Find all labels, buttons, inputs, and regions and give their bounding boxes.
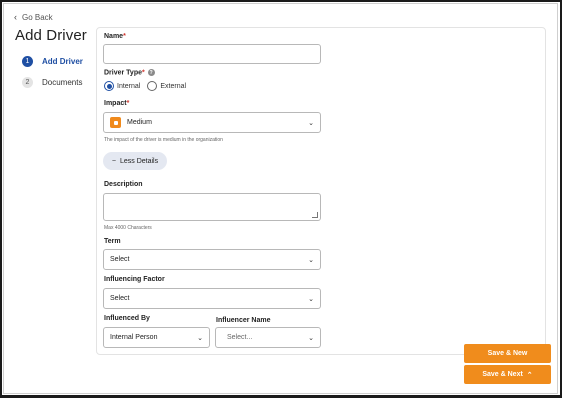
chevron-down-icon: ⌄	[197, 334, 203, 342]
impact-label-text: Impact	[104, 100, 127, 107]
description-char-limit: Max 4000 Characters	[104, 225, 152, 231]
less-details-button[interactable]: − Less Details	[103, 152, 167, 170]
help-icon[interactable]: ?	[147, 69, 155, 76]
required-mark: *	[142, 69, 145, 77]
save-and-new-button[interactable]: Save & New	[464, 344, 551, 363]
radio-internal-label: Internal	[117, 82, 141, 90]
step-add-driver[interactable]: 1 Add Driver	[22, 53, 83, 69]
name-input[interactable]	[103, 44, 321, 64]
impact-help-text: The impact of the driver is medium in th…	[104, 137, 223, 143]
step-number: 2	[22, 76, 33, 88]
influencer-name-placeholder: Select...	[227, 334, 253, 341]
step-label: Add Driver	[42, 56, 83, 66]
go-back-label: Go Back	[22, 12, 53, 22]
radio-external[interactable]	[147, 81, 158, 91]
description-label: Description	[104, 181, 143, 188]
save-and-new-label: Save & New	[487, 350, 528, 357]
impact-select[interactable]: Medium ⌄	[103, 112, 321, 133]
less-details-label: Less Details	[119, 157, 159, 165]
influenced-by-value: Internal Person	[110, 334, 158, 341]
description-textarea[interactable]	[103, 193, 321, 221]
required-mark: *	[123, 33, 126, 40]
influencing-factor-label: Influencing Factor	[104, 276, 165, 283]
influencing-factor-value: Select	[110, 295, 130, 302]
save-and-next-button[interactable]: Save & Next ⌃	[464, 365, 551, 384]
step-label: Documents	[42, 77, 83, 87]
radio-internal[interactable]	[104, 81, 114, 91]
impact-select-value: Medium	[127, 119, 152, 126]
step-number: 1	[22, 55, 33, 67]
chevron-up-icon: ⌃	[526, 371, 533, 379]
go-back-link[interactable]: ‹ Go Back	[14, 12, 53, 22]
chevron-down-icon: ⌄	[308, 119, 314, 127]
step-documents[interactable]: 2 Documents	[22, 74, 83, 90]
chevron-left-icon: ‹	[14, 12, 17, 22]
impact-level-icon	[110, 117, 121, 128]
influencing-factor-select[interactable]: Select ⌄	[103, 288, 321, 309]
influenced-by-select[interactable]: Internal Person ⌄	[103, 327, 210, 348]
driver-type-label: Driver Type* ?	[104, 69, 155, 77]
term-select[interactable]: Select ⌄	[103, 249, 321, 270]
name-label: Name*	[104, 33, 126, 40]
page-title: Add Driver	[15, 27, 87, 44]
influencer-name-label: Influencer Name	[216, 317, 271, 324]
driver-type-radio-group: Internal External	[104, 81, 186, 91]
stepper: 1 Add Driver 2 Documents	[22, 53, 83, 95]
chevron-down-icon: ⌄	[308, 256, 314, 264]
chevron-down-icon: ⌄	[308, 334, 314, 342]
driver-type-label-text: Driver Type	[104, 69, 142, 77]
impact-label: Impact*	[104, 100, 129, 107]
chevron-down-icon: ⌄	[308, 295, 314, 303]
influencer-name-select[interactable]: Select... ⌄	[215, 327, 321, 348]
minus-icon: −	[111, 157, 116, 165]
term-select-value: Select	[110, 256, 130, 263]
required-mark: *	[126, 100, 130, 107]
resize-handle-icon[interactable]	[312, 212, 318, 218]
influenced-by-label: Influenced By	[104, 315, 150, 322]
radio-external-label: External	[160, 82, 187, 90]
term-label: Term	[104, 238, 121, 245]
name-label-text: Name	[104, 33, 124, 40]
save-and-next-label: Save & Next	[482, 371, 523, 378]
